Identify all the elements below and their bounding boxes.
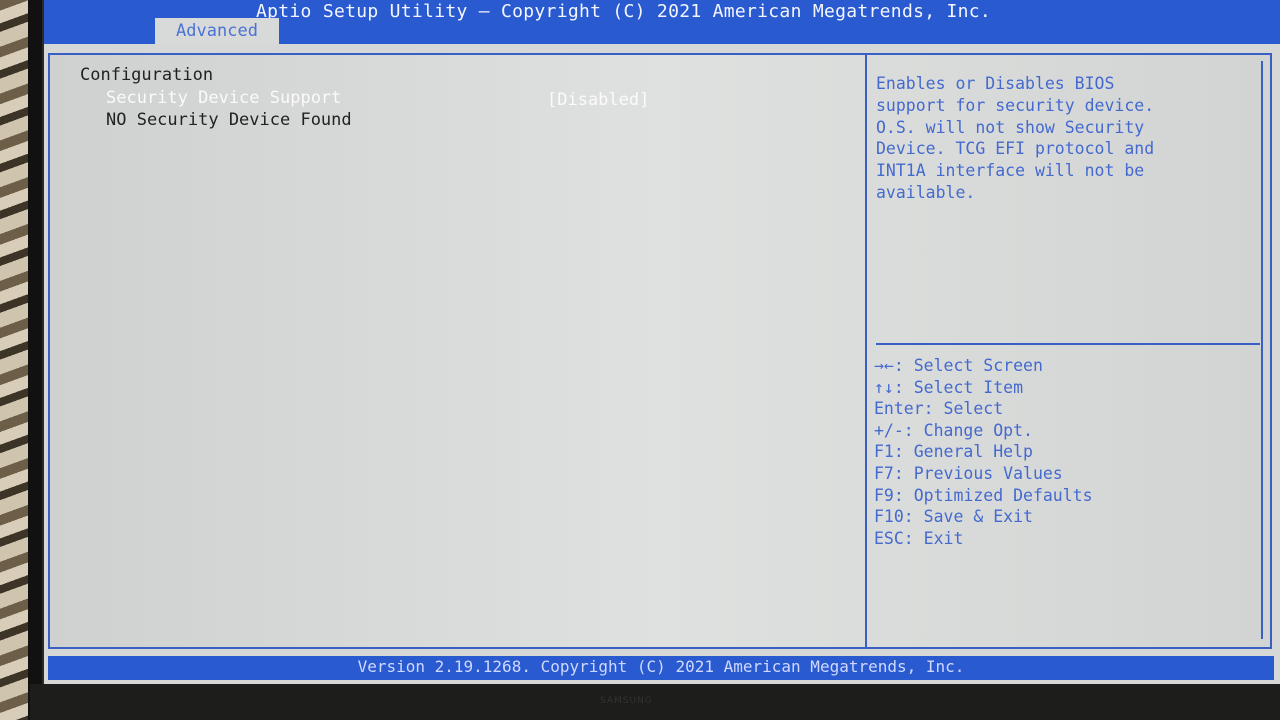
help-line: support for security device. (876, 95, 1155, 115)
help-divider (876, 343, 1260, 345)
key-hint-exit: ESC: Exit (874, 528, 964, 548)
key-hint-save-exit: F10: Save & Exit (874, 507, 1033, 527)
key-legend: →←: Select Screen ↑↓: Select Item Enter:… (874, 355, 1093, 549)
help-line: O.S. will not show Security (876, 117, 1145, 137)
security-device-support-value[interactable]: [Disabled] (547, 90, 649, 110)
key-hint-previous-values: F7: Previous Values (874, 463, 1063, 483)
panel-divider (865, 55, 867, 647)
help-description: Enables or Disables BIOS support for sec… (876, 73, 1246, 204)
title-bar: Aptio Setup Utility – Copyright (C) 2021… (44, 0, 1280, 44)
help-line: INT1A interface will not be (876, 161, 1145, 181)
security-device-support-option[interactable]: Security Device Support (106, 88, 341, 108)
key-hint-change-opt: +/-: Change Opt. (874, 420, 1033, 440)
help-line: Enables or Disables BIOS (876, 74, 1115, 93)
version-footer: Version 2.19.1268. Copyright (C) 2021 Am… (48, 656, 1274, 680)
monitor-bezel-left (28, 0, 42, 720)
key-hint-enter: Enter: Select (874, 399, 1004, 419)
monitor-brand-logo: SAMSUNG (600, 696, 653, 706)
help-line: Device. TCG EFI protocol and (876, 139, 1155, 159)
key-hint-select-item: ↑↓: Select Item (874, 377, 1024, 397)
monitor-bezel-bottom (30, 684, 1280, 720)
no-security-device-label: NO Security Device Found (106, 110, 352, 130)
app-title: Aptio Setup Utility – Copyright (C) 2021… (256, 1, 992, 22)
section-title: Configuration (80, 65, 214, 85)
tab-advanced[interactable]: Advanced (155, 18, 279, 44)
main-frame: Configuration Security Device Support [D… (48, 53, 1272, 649)
key-hint-optimized-defaults: F9: Optimized Defaults (874, 485, 1093, 505)
help-line: available. (876, 182, 976, 202)
bios-screen: Aptio Setup Utility – Copyright (C) 2021… (44, 0, 1280, 684)
key-hint-general-help: F1: General Help (874, 442, 1033, 462)
key-hint-select-screen: →←: Select Screen (874, 356, 1043, 375)
